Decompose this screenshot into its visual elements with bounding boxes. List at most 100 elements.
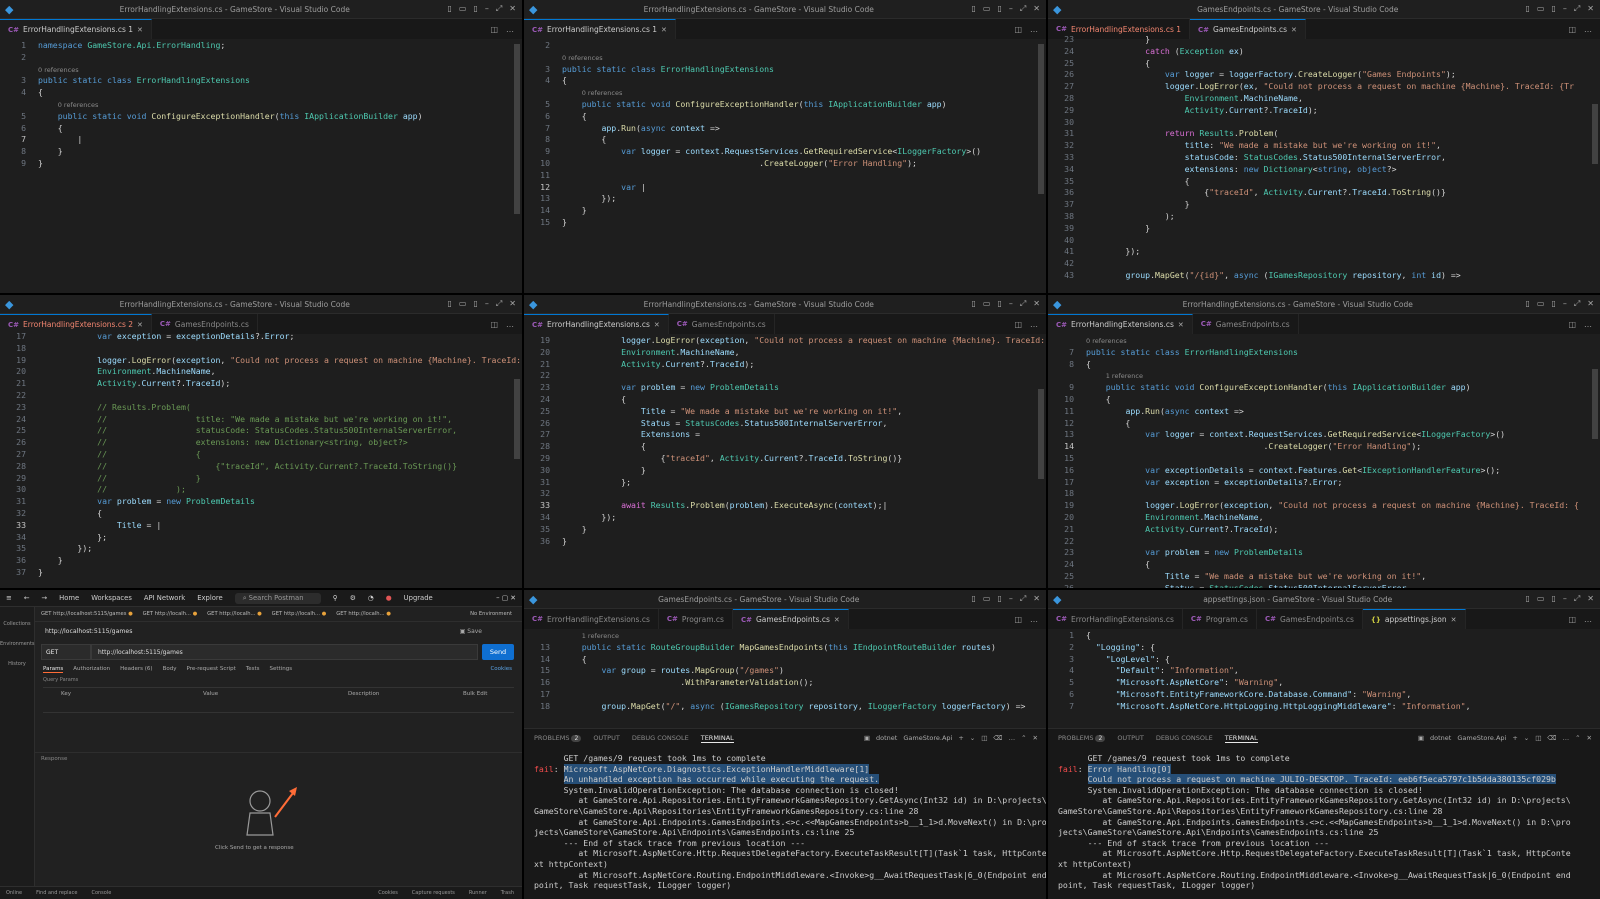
code-editor[interactable]: 2 0 references 3 public static class ErrorH… [524,40,1046,293]
minimize-icon[interactable]: – [1009,299,1013,309]
more-icon[interactable]: … [1584,615,1592,624]
code-line[interactable]: 26 // extensions: new Dictionary<string,… [0,437,512,449]
code-line[interactable]: 7 public static class ErrorHandlingExtens… [1048,347,1590,359]
close-icon[interactable]: ✕ [1587,299,1594,309]
close-tab-icon[interactable]: ✕ [1291,26,1297,34]
chevron-down-icon[interactable]: ⌄ [970,734,975,742]
minimize-icon[interactable]: – [1563,594,1567,604]
request-tab[interactable]: GET http://localh... ● [272,611,327,617]
code-line[interactable]: 0 references [0,64,512,76]
code-line[interactable]: 0 references [524,52,1036,64]
layout-icon[interactable]: ▯ [997,299,1001,309]
code-line[interactable]: 22 [1048,536,1590,548]
tab-debug-console[interactable]: DEBUG CONSOLE [632,734,689,742]
close-tab-icon[interactable]: ✕ [654,321,660,329]
code-line[interactable]: 23 } [1048,34,1590,46]
code-line[interactable]: 11 app.Run(async context => [1048,406,1590,418]
code-line[interactable]: 35 }); [0,543,512,555]
add-terminal-icon[interactable]: + [958,734,963,742]
layout-icon[interactable]: ▯ [1551,4,1555,14]
minimize-icon[interactable]: – [485,4,489,14]
scrollbar[interactable] [514,44,520,289]
restore-icon[interactable]: ⤢ [1020,4,1026,14]
more-icon[interactable]: … [1584,320,1592,329]
code-line[interactable]: 10 { [1048,394,1590,406]
code-line[interactable]: 9 public static void ConfigureExceptionH… [1048,382,1590,394]
gear-icon[interactable]: ⚙ [350,594,356,602]
code-line[interactable]: 35 } [524,524,1036,536]
editor-tab[interactable]: C# Program.cs [1182,609,1257,629]
code-line[interactable]: 40 [1048,235,1590,247]
code-line[interactable]: 26 Status = StatusCodes.Status500Interna… [524,418,1036,430]
code-line[interactable]: 34 }; [0,532,512,544]
code-line[interactable]: 32 { [0,508,512,520]
trash-link[interactable]: Trash [501,890,514,896]
code-line[interactable]: 8 } [0,146,512,158]
code-line[interactable]: 15 var group = routes.MapGroup("/games") [524,665,1036,677]
code-line[interactable]: 43 group.MapGet("/{id}", async (IGamesRe… [1048,270,1590,282]
layout-icon[interactable]: ▯ [1526,4,1530,14]
code-line[interactable]: 22 [0,390,512,402]
code-line[interactable]: 2 "Logging": { [1048,642,1590,654]
minimize-icon[interactable]: – [1563,299,1567,309]
window-controls[interactable]: ▯ ▭ ▯ – ⤢ ✕ [1526,594,1594,604]
split-editor-icon[interactable]: ◫ [1014,615,1022,624]
code-line[interactable]: 6 { [0,123,512,135]
tab-debug-console[interactable]: DEBUG CONSOLE [1156,734,1213,742]
bulk-edit-link[interactable]: Bulk Edit [463,691,487,697]
more-icon[interactable]: … [1584,25,1592,34]
split-editor-icon[interactable]: ◫ [1568,320,1576,329]
terminal-cwd[interactable]: GameStore.Api [903,734,952,742]
code-line[interactable]: 3 public static class ErrorHandlingExtens… [524,64,1036,76]
code-editor[interactable]: 1 reference 13 public static RouteGroupBu… [524,630,1046,729]
code-line[interactable]: 18 [0,343,512,355]
layout-icon[interactable]: ▯ [997,4,1001,14]
more-icon[interactable]: … [1030,320,1038,329]
menu-icon[interactable]: ≡ [6,594,12,602]
invite-icon[interactable]: ⚲ [333,594,338,602]
scrollbar[interactable] [1592,44,1598,289]
close-icon[interactable]: ✕ [1033,299,1040,309]
code-line[interactable]: 34 }); [524,512,1036,524]
layout-icon[interactable]: ▯ [1551,594,1555,604]
sidebar-item-history[interactable]: History [0,661,34,667]
cookies-footer[interactable]: Cookies [378,890,398,896]
capture-requests[interactable]: Capture requests [412,890,455,896]
code-line[interactable]: 8 { [524,134,1036,146]
minimize-icon[interactable]: – [485,299,489,309]
code-line[interactable]: 13 }); [524,193,1036,205]
scrollbar[interactable] [1592,339,1598,584]
tab-pre-request-script[interactable]: Pre-request Script [186,666,235,673]
code-editor[interactable]: 0 references 7 public static class ErrorHa… [1048,335,1600,588]
split-icon[interactable]: ◫ [1535,734,1541,742]
code-line[interactable]: 16 .WithParameterValidation(); [524,677,1036,689]
nav-home[interactable]: Home [59,594,79,602]
code-line[interactable]: 32 [524,488,1036,500]
terminal-shell[interactable]: dotnet [1430,734,1451,742]
code-line[interactable]: 9} [0,158,512,170]
layout-icon[interactable]: ▯ [1526,594,1530,604]
url-input[interactable]: http://localhost:5115/games [91,644,478,660]
more-icon[interactable]: … [1563,734,1570,742]
forward-icon[interactable]: → [41,594,47,602]
nav-api-network[interactable]: API Network [144,594,185,602]
code-line[interactable]: 0 references [524,87,1036,99]
split-editor-icon[interactable]: ◫ [1014,25,1022,34]
code-line[interactable]: 20 Environment.MachineName, [0,366,512,378]
window-controls[interactable]: ▯ ▭ ▯ – ⤢ ✕ [972,299,1040,309]
code-line[interactable]: 17 var exception = exceptionDetails?.Err… [1048,477,1590,489]
layout-icon[interactable]: ▭ [1537,4,1545,14]
layout-icon[interactable]: ▭ [459,4,467,14]
layout-icon[interactable]: ▭ [1537,594,1545,604]
code-line[interactable]: 4{ [0,87,512,99]
close-icon[interactable]: ✕ [1587,594,1594,604]
code-line[interactable]: 16 var exceptionDetails = context.Featur… [1048,465,1590,477]
code-editor[interactable]: 23 } 24 catch (Exception ex) 25 {26 var lo… [1048,34,1600,293]
layout-icon[interactable]: ▯ [1551,299,1555,309]
upgrade-button[interactable]: Upgrade [404,594,433,602]
code-line[interactable]: 3 "LogLevel": { [1048,654,1590,666]
layout-icon[interactable]: ▯ [448,299,452,309]
code-line[interactable]: 29 Activity.Current?.TraceId); [1048,105,1590,117]
editor-tab[interactable]: C# GamesEndpoints.cs [1256,609,1363,629]
close-icon[interactable]: ✕ [1033,4,1040,14]
